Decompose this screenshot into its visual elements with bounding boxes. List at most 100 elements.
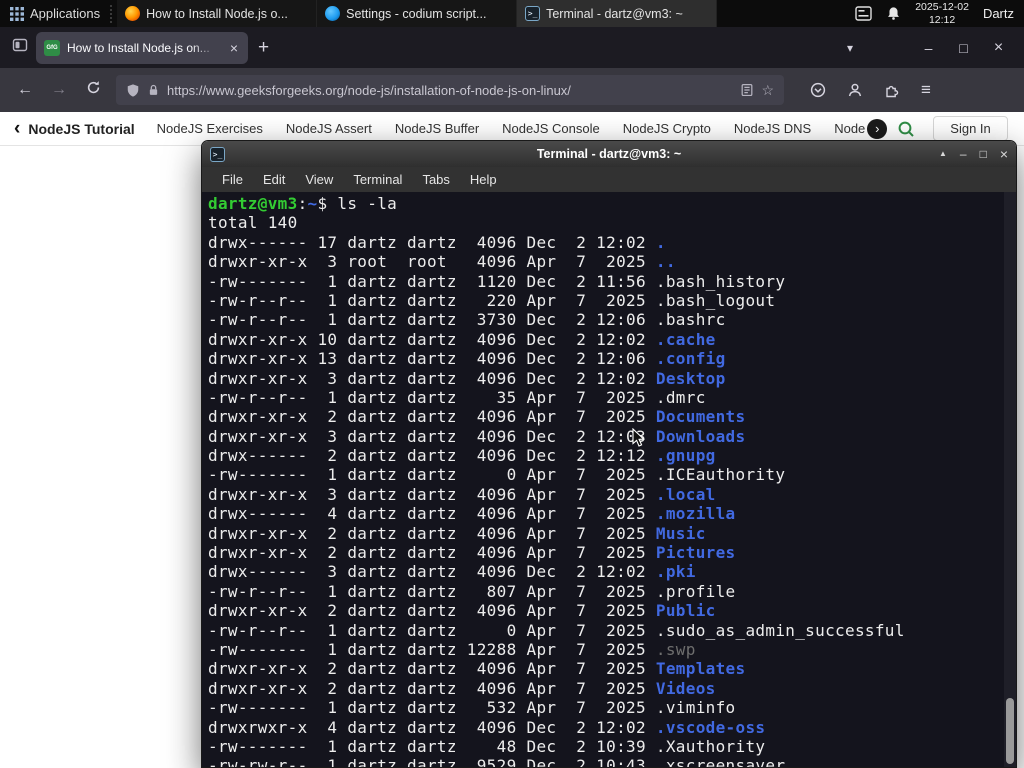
forward-button[interactable]: → (44, 81, 74, 99)
terminal-line: drwx------ 2 dartz dartz 4096 Dec 2 12:1… (208, 446, 716, 466)
account-icon[interactable] (847, 82, 863, 98)
window-close-icon[interactable]: × (981, 39, 1016, 57)
terminal-line: drwx------ 17 dartz dartz 4096 Dec 2 12:… (208, 232, 666, 252)
terminal-line: drwxr-xr-x 3 dartz dartz 4096 Dec 2 12:0… (208, 426, 746, 446)
terminal-line: -rw-r--r-- 1 dartz dartz 220 Apr 7 2025 … (208, 290, 776, 310)
terminal-line: -rw-r--r-- 1 dartz dartz 0 Apr 7 2025 .s… (208, 620, 905, 640)
menu-view[interactable]: View (295, 172, 343, 187)
terminal-line: drwxrwxr-x 4 dartz dartz 4096 Dec 2 12:0… (208, 717, 766, 737)
tab-title: How to Install Node.js on... (67, 40, 210, 55)
terminal-line: drwxr-xr-x 2 dartz dartz 4096 Apr 7 2025… (208, 678, 716, 698)
terminal-body[interactable]: dartz@vm3:~$ ls -la total 140 drwx------ 1… (202, 192, 1016, 767)
taskbar-item-label: How to Install Node.js o... (146, 6, 288, 21)
site-nav-link[interactable]: NodeJS Assert (286, 121, 372, 136)
search-icon[interactable] (897, 120, 915, 138)
menu-file[interactable]: File (212, 172, 253, 187)
applications-label: Applications (30, 6, 101, 21)
bookmark-star-icon[interactable]: ☆ (761, 82, 774, 99)
panel-separator (110, 4, 113, 23)
terminal-line: drwxr-xr-x 2 dartz dartz 4096 Apr 7 2025… (208, 543, 736, 563)
reload-button[interactable] (78, 80, 108, 100)
terminal-line: drwxr-xr-x 2 dartz dartz 4096 Apr 7 2025… (208, 659, 746, 679)
window-maximize-icon[interactable]: □ (946, 40, 981, 56)
terminal-line: -rw-r--r-- 1 dartz dartz 807 Apr 7 2025 … (208, 581, 736, 601)
firefox-view-icon[interactable] (12, 37, 28, 58)
browser-tab[interactable]: GfG How to Install Node.js on... × (36, 31, 248, 64)
new-tab-button[interactable]: + (258, 37, 269, 59)
terminal-line: drwxr-xr-x 10 dartz dartz 4096 Dec 2 12:… (208, 329, 716, 349)
lock-icon (149, 84, 158, 95)
top-panel: Applications How to Install Node.js o...… (0, 0, 1024, 27)
terminal-output: dartz@vm3:~$ ls -la total 140 drwx------ 1… (202, 192, 1016, 767)
taskbar-item-label: Terminal - dartz@vm3: ~ (546, 6, 683, 21)
terminal-line: -rw-rw-r-- 1 dartz dartz 9529 Dec 2 10:4… (208, 756, 786, 767)
terminal-maximize-icon[interactable]: □ (980, 148, 987, 160)
menu-tabs[interactable]: Tabs (412, 172, 459, 187)
terminal-line: drwxr-xr-x 2 dartz dartz 4096 Apr 7 2025… (208, 601, 716, 621)
menu-icon[interactable]: ≡ (921, 80, 931, 100)
site-nav-links: NodeJS Exercises NodeJS Assert NodeJS Bu… (157, 121, 866, 136)
terminal-line: drwxr-xr-x 13 dartz dartz 4096 Dec 2 12:… (208, 349, 726, 369)
taskbar-item-firefox[interactable]: How to Install Node.js o... (117, 0, 318, 27)
site-nav-link[interactable]: NodeJS Console (502, 121, 600, 136)
terminal-line: -rw------- 1 dartz dartz 12288 Apr 7 202… (208, 639, 696, 659)
tab-close-icon[interactable]: × (228, 40, 240, 56)
terminal-line: -rw-r--r-- 1 dartz dartz 3730 Dec 2 12:0… (208, 310, 726, 330)
terminal-line: -rw------- 1 dartz dartz 1120 Dec 2 11:5… (208, 271, 786, 291)
terminal-line: drwx------ 4 dartz dartz 4096 Apr 7 2025… (208, 504, 736, 524)
site-nav-link[interactable]: Node (834, 121, 865, 136)
clock[interactable]: 2025-12-02 12:12 (915, 1, 969, 26)
terminal-scrollbar[interactable] (1004, 192, 1016, 767)
url-bar[interactable]: https://www.geeksforgeeks.org/node-js/in… (116, 75, 784, 105)
mouse-cursor (632, 428, 645, 447)
terminal-line: drwxr-xr-x 2 dartz dartz 4096 Apr 7 2025… (208, 407, 746, 427)
tab-bar: GfG How to Install Node.js on... × + ▾ –… (0, 27, 1024, 68)
sign-in-button[interactable]: Sign In (933, 116, 1008, 141)
terminal-tray-icon[interactable] (855, 6, 872, 21)
back-button[interactable]: ← (10, 81, 40, 99)
notification-bell-icon[interactable] (886, 6, 901, 21)
terminal-line: drwx------ 3 dartz dartz 4096 Dec 2 12:0… (208, 562, 696, 582)
terminal-shade-icon[interactable]: ▲ (939, 150, 947, 158)
terminal-close-icon[interactable]: × (1000, 147, 1008, 161)
tracking-protection-icon[interactable] (126, 83, 140, 98)
terminal-line: -rw------- 1 dartz dartz 48 Dec 2 10:39 … (208, 736, 766, 756)
terminal-line: total 140 (208, 213, 298, 233)
menu-edit[interactable]: Edit (253, 172, 295, 187)
reader-mode-icon[interactable] (740, 83, 754, 97)
menu-help[interactable]: Help (460, 172, 507, 187)
terminal-line: drwxr-xr-x 2 dartz dartz 4096 Apr 7 2025… (208, 523, 706, 543)
scrollbar-thumb[interactable] (1006, 698, 1014, 764)
terminal-minimize-icon[interactable]: – (960, 148, 967, 160)
site-nav-link[interactable]: NodeJS Exercises (157, 121, 263, 136)
user-menu[interactable]: Dartz (983, 6, 1014, 21)
menu-terminal[interactable]: Terminal (343, 172, 412, 187)
taskbar-item-codium[interactable]: Settings - codium script... (317, 0, 518, 27)
terminal-line: drwxr-xr-x 3 dartz dartz 4096 Dec 2 12:0… (208, 368, 726, 388)
terminal-title: Terminal - dartz@vm3: ~ (536, 147, 682, 161)
applications-menu[interactable]: Applications (0, 0, 110, 27)
geeksforgeeks-favicon: GfG (44, 39, 60, 56)
nav-scroll-left-icon[interactable]: ‹ (14, 118, 20, 140)
pocket-icon[interactable] (810, 82, 826, 98)
tab-list-icon[interactable]: ▾ (847, 41, 853, 55)
codium-icon (325, 6, 341, 21)
terminal-line: -rw------- 1 dartz dartz 532 Apr 7 2025 … (208, 698, 736, 718)
site-brand[interactable]: NodeJS Tutorial (28, 121, 134, 137)
clock-time: 12:12 (928, 13, 956, 26)
terminal-line: drwxr-xr-x 3 root root 4096 Apr 7 2025 .… (208, 252, 676, 272)
terminal-prompt-line: dartz@vm3:~$ ls -la (208, 194, 398, 213)
window-minimize-icon[interactable]: – (911, 40, 946, 56)
extensions-icon[interactable] (884, 82, 900, 98)
taskbar-item-terminal[interactable]: >_ Terminal - dartz@vm3: ~ (517, 0, 718, 27)
terminal-titlebar[interactable]: >_ Terminal - dartz@vm3: ~ ▲ – □ × (202, 141, 1016, 167)
terminal-window: >_ Terminal - dartz@vm3: ~ ▲ – □ × File … (201, 140, 1017, 768)
clock-date: 2025-12-02 (915, 0, 969, 13)
terminal-icon: >_ (525, 6, 541, 21)
site-nav-link[interactable]: NodeJS Buffer (395, 121, 479, 136)
nav-scroll-right-icon[interactable]: › (867, 118, 888, 139)
url-text[interactable]: https://www.geeksforgeeks.org/node-js/in… (167, 83, 733, 98)
site-nav-link[interactable]: NodeJS Crypto (623, 121, 711, 136)
site-nav-link[interactable]: NodeJS DNS (734, 121, 811, 136)
terminal-line: -rw------- 1 dartz dartz 0 Apr 7 2025 .I… (208, 465, 786, 485)
